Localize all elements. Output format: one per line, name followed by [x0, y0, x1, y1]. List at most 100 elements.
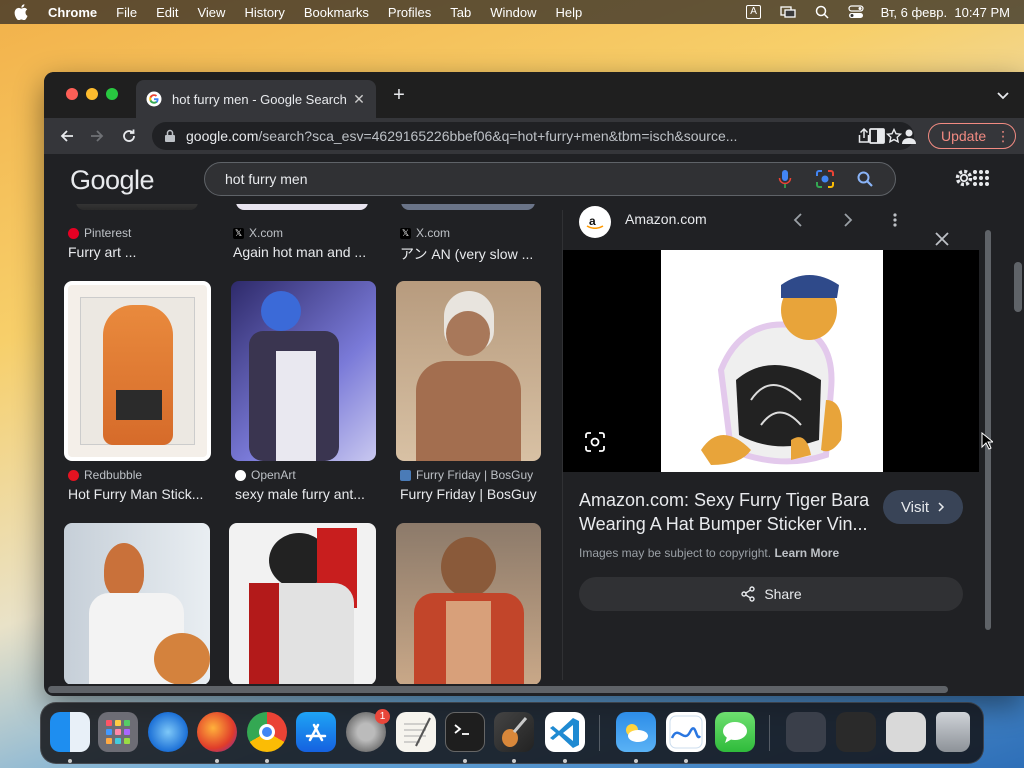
- result-source[interactable]: 𝕏 X.com: [400, 226, 450, 240]
- result-thumbnail-tiger-sticker[interactable]: [64, 281, 211, 461]
- chrome-menu-icon[interactable]: ⋮: [996, 128, 1010, 145]
- lens-search-icon[interactable]: [585, 432, 605, 452]
- recent-window-thumbnail[interactable]: [836, 712, 876, 752]
- profile-avatar-icon[interactable]: [900, 127, 918, 145]
- menu-view[interactable]: View: [197, 5, 225, 20]
- next-result-chevron-icon[interactable]: [839, 212, 855, 228]
- tab-google-search[interactable]: hot furry men - Google Search ✕: [136, 80, 376, 118]
- result-thumbnail-fox[interactable]: [64, 523, 210, 684]
- textedit-icon[interactable]: [396, 712, 436, 752]
- preview-image[interactable]: [563, 250, 979, 472]
- screen-mirroring-icon[interactable]: [779, 5, 797, 19]
- result-thumbnail[interactable]: [236, 204, 368, 210]
- menu-bookmarks[interactable]: Bookmarks: [304, 5, 369, 20]
- menu-tab[interactable]: Tab: [450, 5, 471, 20]
- zoom-window-button[interactable]: [106, 88, 118, 100]
- menu-window[interactable]: Window: [490, 5, 536, 20]
- running-indicator: [512, 759, 516, 763]
- more-options-icon[interactable]: [887, 212, 903, 228]
- menu-file[interactable]: File: [116, 5, 137, 20]
- preview-title[interactable]: Amazon.com: Sexy Furry Tiger Bara Wearin…: [579, 488, 879, 536]
- garageband-icon[interactable]: [494, 712, 534, 752]
- update-chrome-button[interactable]: Update ⋮: [928, 123, 1016, 149]
- result-thumbnail-deer[interactable]: [396, 523, 541, 684]
- input-source-icon[interactable]: A: [745, 5, 763, 19]
- result-caption[interactable]: Furry Friday | BosGuy: [400, 486, 545, 502]
- result-source[interactable]: 𝕏 X.com: [233, 226, 283, 240]
- result-caption[interactable]: Again hot man and ...: [233, 244, 378, 260]
- amazon-logo-icon[interactable]: a: [579, 206, 611, 238]
- image-results: Pinterest Furry art ... 𝕏 X.com Again hot…: [44, 204, 1024, 684]
- apple-menu-icon[interactable]: [14, 4, 28, 20]
- recent-window-thumbnail[interactable]: [886, 712, 926, 752]
- freeform-icon[interactable]: [666, 712, 706, 752]
- result-thumbnail-dragon[interactable]: [231, 281, 376, 461]
- settings-notification-badge: 1: [375, 709, 390, 724]
- result-source[interactable]: OpenArt: [235, 468, 296, 482]
- result-caption[interactable]: Hot Furry Man Stick...: [68, 486, 210, 502]
- result-caption[interactable]: アン AN (very slow ...: [400, 244, 545, 264]
- menubar-clock[interactable]: Вт, 6 февр. 10:47 PM: [881, 5, 1010, 20]
- close-window-button[interactable]: [66, 88, 78, 100]
- trash-icon[interactable]: [936, 712, 970, 752]
- learn-more-link[interactable]: Learn More: [774, 546, 839, 560]
- result-source[interactable]: Furry Friday | BosGuy: [400, 468, 533, 482]
- tab-search-chevron-icon[interactable]: [996, 88, 1010, 102]
- macos-dock: 1: [40, 702, 984, 764]
- minimize-window-button[interactable]: [86, 88, 98, 100]
- finder-icon[interactable]: [50, 712, 90, 752]
- search-submit-icon[interactable]: [855, 169, 875, 189]
- messages-icon[interactable]: [715, 712, 755, 752]
- running-indicator: [684, 759, 688, 763]
- menu-profiles[interactable]: Profiles: [388, 5, 431, 20]
- spotlight-search-icon[interactable]: [813, 5, 831, 19]
- page-horizontal-scrollbar[interactable]: [48, 686, 948, 693]
- back-arrow-icon[interactable]: [58, 127, 76, 145]
- address-bar[interactable]: google.com/search?sca_esv=4629165226bbef…: [152, 122, 914, 150]
- result-source[interactable]: Pinterest: [68, 226, 131, 240]
- result-thumbnail-wolf[interactable]: [229, 523, 376, 684]
- terminal-icon[interactable]: [445, 712, 485, 752]
- result-caption[interactable]: Furry art ...: [68, 244, 210, 260]
- launchpad-icon[interactable]: [98, 712, 138, 752]
- recent-window-thumbnail[interactable]: [786, 712, 826, 752]
- site-info-lock-icon[interactable]: [164, 129, 176, 143]
- safari-icon[interactable]: [148, 712, 188, 752]
- vscode-icon[interactable]: [545, 712, 585, 752]
- result-thumbnail-man[interactable]: [396, 281, 541, 461]
- google-apps-grid-icon[interactable]: [972, 169, 990, 187]
- search-query[interactable]: hot furry men: [225, 171, 755, 187]
- chrome-dock-icon[interactable]: [247, 712, 287, 752]
- result-thumbnail[interactable]: [401, 204, 535, 210]
- menu-edit[interactable]: Edit: [156, 5, 178, 20]
- voice-search-mic-icon[interactable]: [775, 169, 795, 189]
- settings-gear-icon[interactable]: [954, 168, 974, 188]
- menu-help[interactable]: Help: [556, 5, 583, 20]
- new-tab-button[interactable]: +: [390, 85, 408, 105]
- close-preview-icon[interactable]: [933, 230, 951, 248]
- google-lens-icon[interactable]: [815, 169, 835, 189]
- share-button[interactable]: Share: [579, 577, 963, 611]
- control-center-icon[interactable]: [847, 5, 865, 19]
- preview-scrollbar[interactable]: [985, 230, 991, 630]
- menu-history[interactable]: History: [244, 5, 284, 20]
- source-label: X.com: [249, 226, 284, 240]
- preview-site-name[interactable]: Amazon.com: [625, 211, 707, 227]
- app-store-icon[interactable]: [296, 712, 336, 752]
- search-box[interactable]: hot furry men: [204, 162, 896, 196]
- firefox-icon[interactable]: [197, 712, 237, 752]
- previous-result-chevron-icon[interactable]: [791, 212, 807, 228]
- forward-arrow-icon[interactable]: [88, 127, 106, 145]
- page-vertical-scrollbar[interactable]: [1014, 262, 1022, 312]
- weather-icon[interactable]: [616, 712, 656, 752]
- visit-button[interactable]: Visit: [883, 490, 963, 524]
- result-thumbnail[interactable]: [76, 204, 198, 210]
- image-preview-panel: a Amazon.com Amazon.com: Sexy Furry Tige…: [562, 206, 992, 680]
- reload-icon[interactable]: [120, 127, 138, 145]
- menu-app-name[interactable]: Chrome: [48, 5, 97, 20]
- close-tab-icon[interactable]: ✕: [352, 91, 366, 107]
- result-caption[interactable]: sexy male furry ant...: [235, 486, 375, 502]
- side-panel-icon[interactable]: [868, 127, 886, 145]
- result-source[interactable]: Redbubble: [68, 468, 142, 482]
- google-logo[interactable]: Google: [70, 165, 155, 196]
